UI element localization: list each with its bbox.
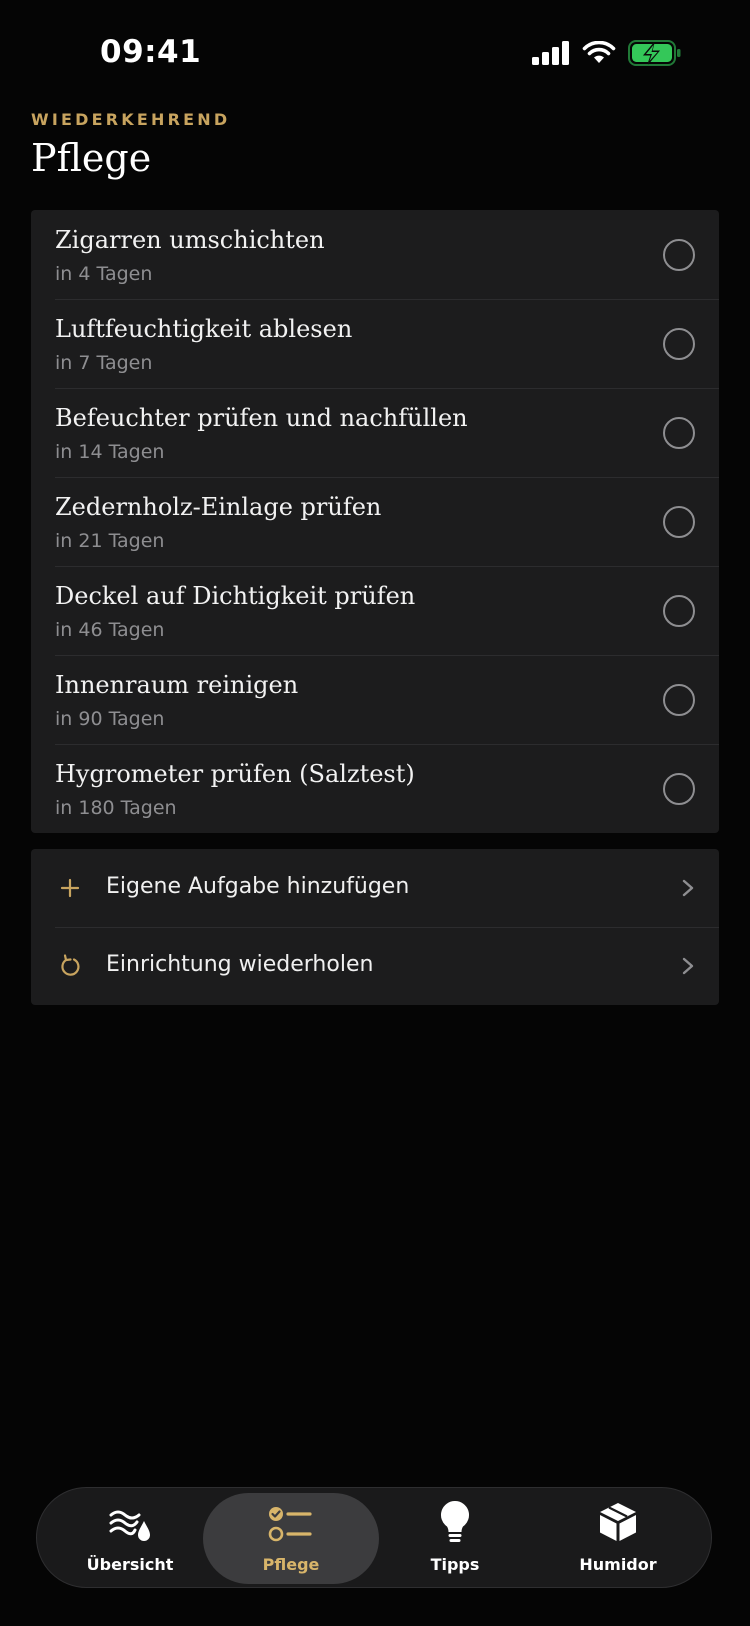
tab-label: Übersicht: [86, 1555, 174, 1574]
task-title: Deckel auf Dichtigkeit prüfen: [55, 582, 416, 610]
chevron-right-icon: [682, 957, 694, 975]
task-row[interactable]: Hygrometer prüfen (Salztest) in 180 Tage…: [31, 744, 719, 833]
task-due: in 90 Tagen: [55, 708, 165, 730]
tab-humidor[interactable]: Humidor: [530, 1493, 706, 1584]
task-due: in 180 Tagen: [55, 797, 177, 819]
plus-icon: [60, 878, 80, 898]
box-icon: [600, 1503, 636, 1541]
task-checkbox[interactable]: [663, 773, 695, 805]
task-title: Innenraum reinigen: [55, 671, 299, 699]
task-due: in 21 Tagen: [55, 530, 165, 552]
task-checkbox[interactable]: [663, 684, 695, 716]
task-due: in 46 Tagen: [55, 619, 165, 641]
task-title: Hygrometer prüfen (Salztest): [55, 760, 415, 788]
task-due: in 7 Tagen: [55, 352, 153, 374]
status-time: 09:41: [100, 34, 202, 70]
task-row[interactable]: Deckel auf Dichtigkeit prüfen in 46 Tage…: [31, 566, 719, 655]
tab-uebersicht[interactable]: Übersicht: [42, 1493, 218, 1584]
task-row[interactable]: Zigarren umschichten in 4 Tagen: [31, 210, 719, 299]
tab-bar: Übersicht Pflege Tipps Humidor: [36, 1487, 712, 1588]
cellular-signal-icon: [532, 41, 569, 65]
task-checkbox[interactable]: [663, 328, 695, 360]
tab-label: Pflege: [262, 1555, 320, 1574]
restart-icon: [61, 954, 80, 976]
tab-tipps[interactable]: Tipps: [367, 1493, 543, 1584]
repeat-setup-button[interactable]: Einrichtung wiederholen: [31, 927, 719, 1005]
section-eyebrow: WIEDERKEHREND: [31, 110, 231, 129]
tab-label: Humidor: [579, 1555, 657, 1574]
task-row[interactable]: Zedernholz-Einlage prüfen in 21 Tagen: [31, 477, 719, 566]
task-row[interactable]: Befeuchter prüfen und nachfüllen in 14 T…: [31, 388, 719, 477]
action-label: Einrichtung wiederholen: [106, 952, 374, 977]
task-title: Befeuchter prüfen und nachfüllen: [55, 404, 468, 432]
task-checkbox[interactable]: [663, 417, 695, 449]
task-title: Zedernholz-Einlage prüfen: [55, 493, 382, 521]
waves-drop-icon: [109, 1510, 150, 1541]
task-list: Zigarren umschichten in 4 Tagen Luftfeuc…: [31, 210, 719, 833]
add-custom-task-button[interactable]: Eigene Aufgabe hinzufügen: [31, 849, 719, 927]
tab-pflege[interactable]: Pflege: [203, 1493, 379, 1584]
task-checkbox[interactable]: [663, 239, 695, 271]
action-list: Eigene Aufgabe hinzufügen Einrichtung wi…: [31, 849, 719, 1005]
status-bar: 09:41: [0, 0, 750, 110]
status-icons: [532, 40, 682, 66]
task-due: in 14 Tagen: [55, 441, 165, 463]
task-title: Zigarren umschichten: [55, 226, 325, 254]
task-due: in 4 Tagen: [55, 263, 153, 285]
task-title: Luftfeuchtigkeit ablesen: [55, 315, 353, 343]
page-title: Pflege: [31, 136, 152, 180]
lightbulb-icon: [440, 1501, 470, 1542]
task-checkbox[interactable]: [663, 506, 695, 538]
task-row[interactable]: Luftfeuchtigkeit ablesen in 7 Tagen: [31, 299, 719, 388]
battery-charging-icon: [628, 40, 681, 66]
task-checkbox[interactable]: [663, 595, 695, 627]
checklist-icon: [268, 1507, 312, 1542]
tab-label: Tipps: [430, 1555, 480, 1574]
task-row[interactable]: Innenraum reinigen in 90 Tagen: [31, 655, 719, 744]
chevron-right-icon: [682, 879, 694, 897]
action-label: Eigene Aufgabe hinzufügen: [106, 874, 410, 899]
wifi-icon: [582, 41, 616, 63]
